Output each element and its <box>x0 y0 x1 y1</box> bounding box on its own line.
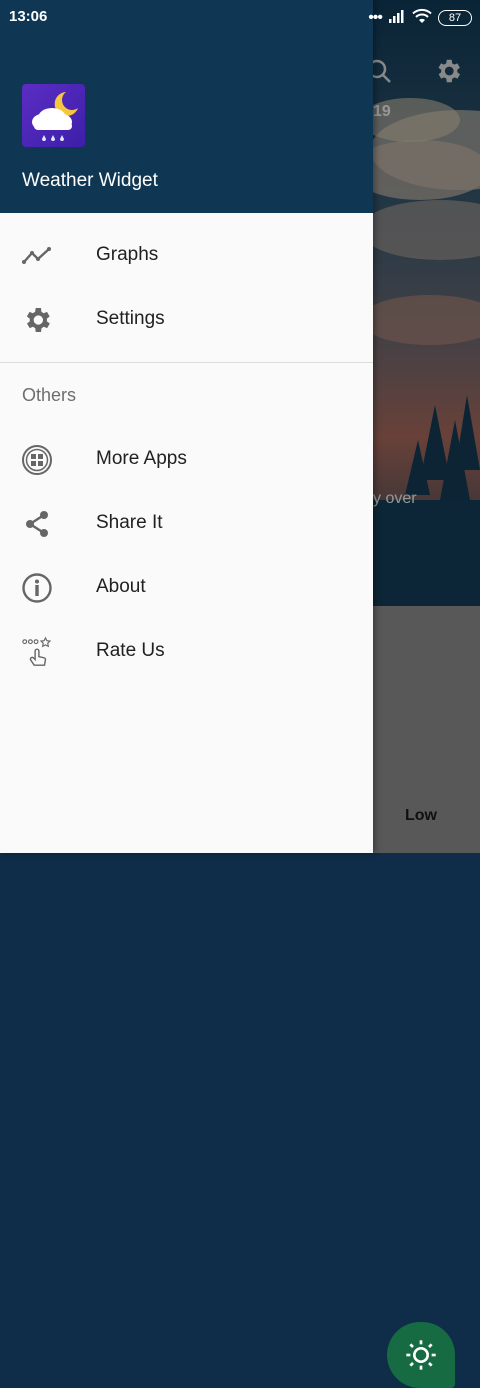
menu-label-about: About <box>96 576 146 597</box>
info-icon <box>21 572 53 604</box>
menu-item-rate-us[interactable]: Rate Us <box>0 620 373 684</box>
menu-label-graphs: Graphs <box>96 244 159 265</box>
more-dots-icon: ••• <box>368 9 383 26</box>
rate-stars-icon <box>21 636 53 668</box>
battery-indicator: 87 <box>438 10 472 26</box>
status-bar: 13:06 ••• 87 <box>0 0 480 34</box>
menu-label-share: Share It <box>96 512 163 533</box>
section-title-others: Others <box>22 385 77 405</box>
menu-label-settings: Settings <box>96 308 165 329</box>
share-icon <box>21 508 53 540</box>
navigation-drawer: Weather Widget Graphs Settings Others Mo… <box>0 0 373 853</box>
refresh-fab[interactable] <box>387 1322 455 1388</box>
menu-item-graphs[interactable]: Graphs <box>0 224 373 288</box>
app-name: Weather Widget <box>22 170 158 191</box>
menu-label-rate-us: Rate Us <box>96 640 165 661</box>
sun-icon <box>406 1340 436 1370</box>
menu-item-more-apps[interactable]: More Apps <box>0 428 373 492</box>
apps-grid-icon <box>21 444 53 476</box>
drawer-divider <box>0 362 373 363</box>
wifi-icon <box>412 8 432 28</box>
menu-item-share[interactable]: Share It <box>0 492 373 556</box>
chart-line-icon <box>21 240 53 272</box>
status-time: 13:06 <box>9 8 48 25</box>
signal-icon <box>388 9 406 27</box>
menu-label-more-apps: More Apps <box>96 448 187 469</box>
menu-item-about[interactable]: About <box>0 556 373 620</box>
status-icons: ••• 87 <box>368 8 472 28</box>
menu-item-settings[interactable]: Settings <box>0 288 373 352</box>
app-logo <box>22 84 85 147</box>
gear-icon <box>21 304 53 336</box>
